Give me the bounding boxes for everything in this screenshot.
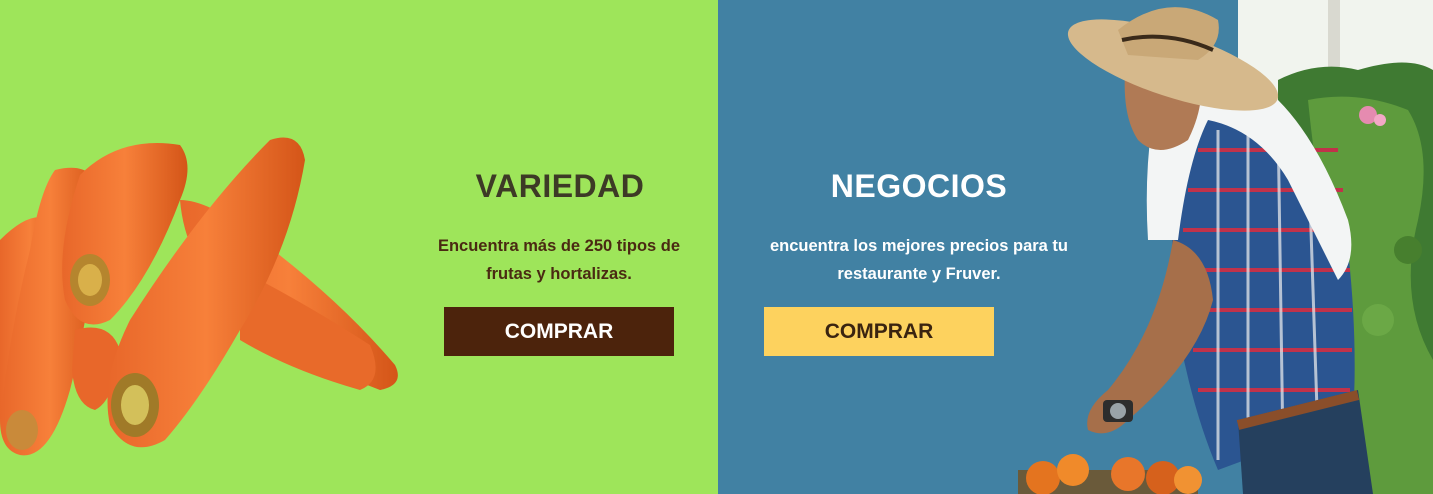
variedad-comprar-button[interactable]: COMPRAR: [444, 307, 674, 356]
variedad-title: VARIEDAD: [475, 168, 645, 204]
variedad-description: Encuentra más de 250 tipos de frutas y h…: [437, 237, 681, 283]
negocios-panel: NEGOCIOS encuentra los mejores precios p…: [718, 0, 1433, 494]
variedad-panel: VARIEDAD Encuentra más de 250 tipos de f…: [0, 0, 718, 494]
negocios-title: NEGOCIOS: [830, 168, 1008, 204]
negocios-description: encuentra los mejores precios para tu re…: [769, 237, 1069, 283]
negocios-comprar-button[interactable]: COMPRAR: [764, 307, 994, 356]
carrots-image: [0, 137, 398, 456]
